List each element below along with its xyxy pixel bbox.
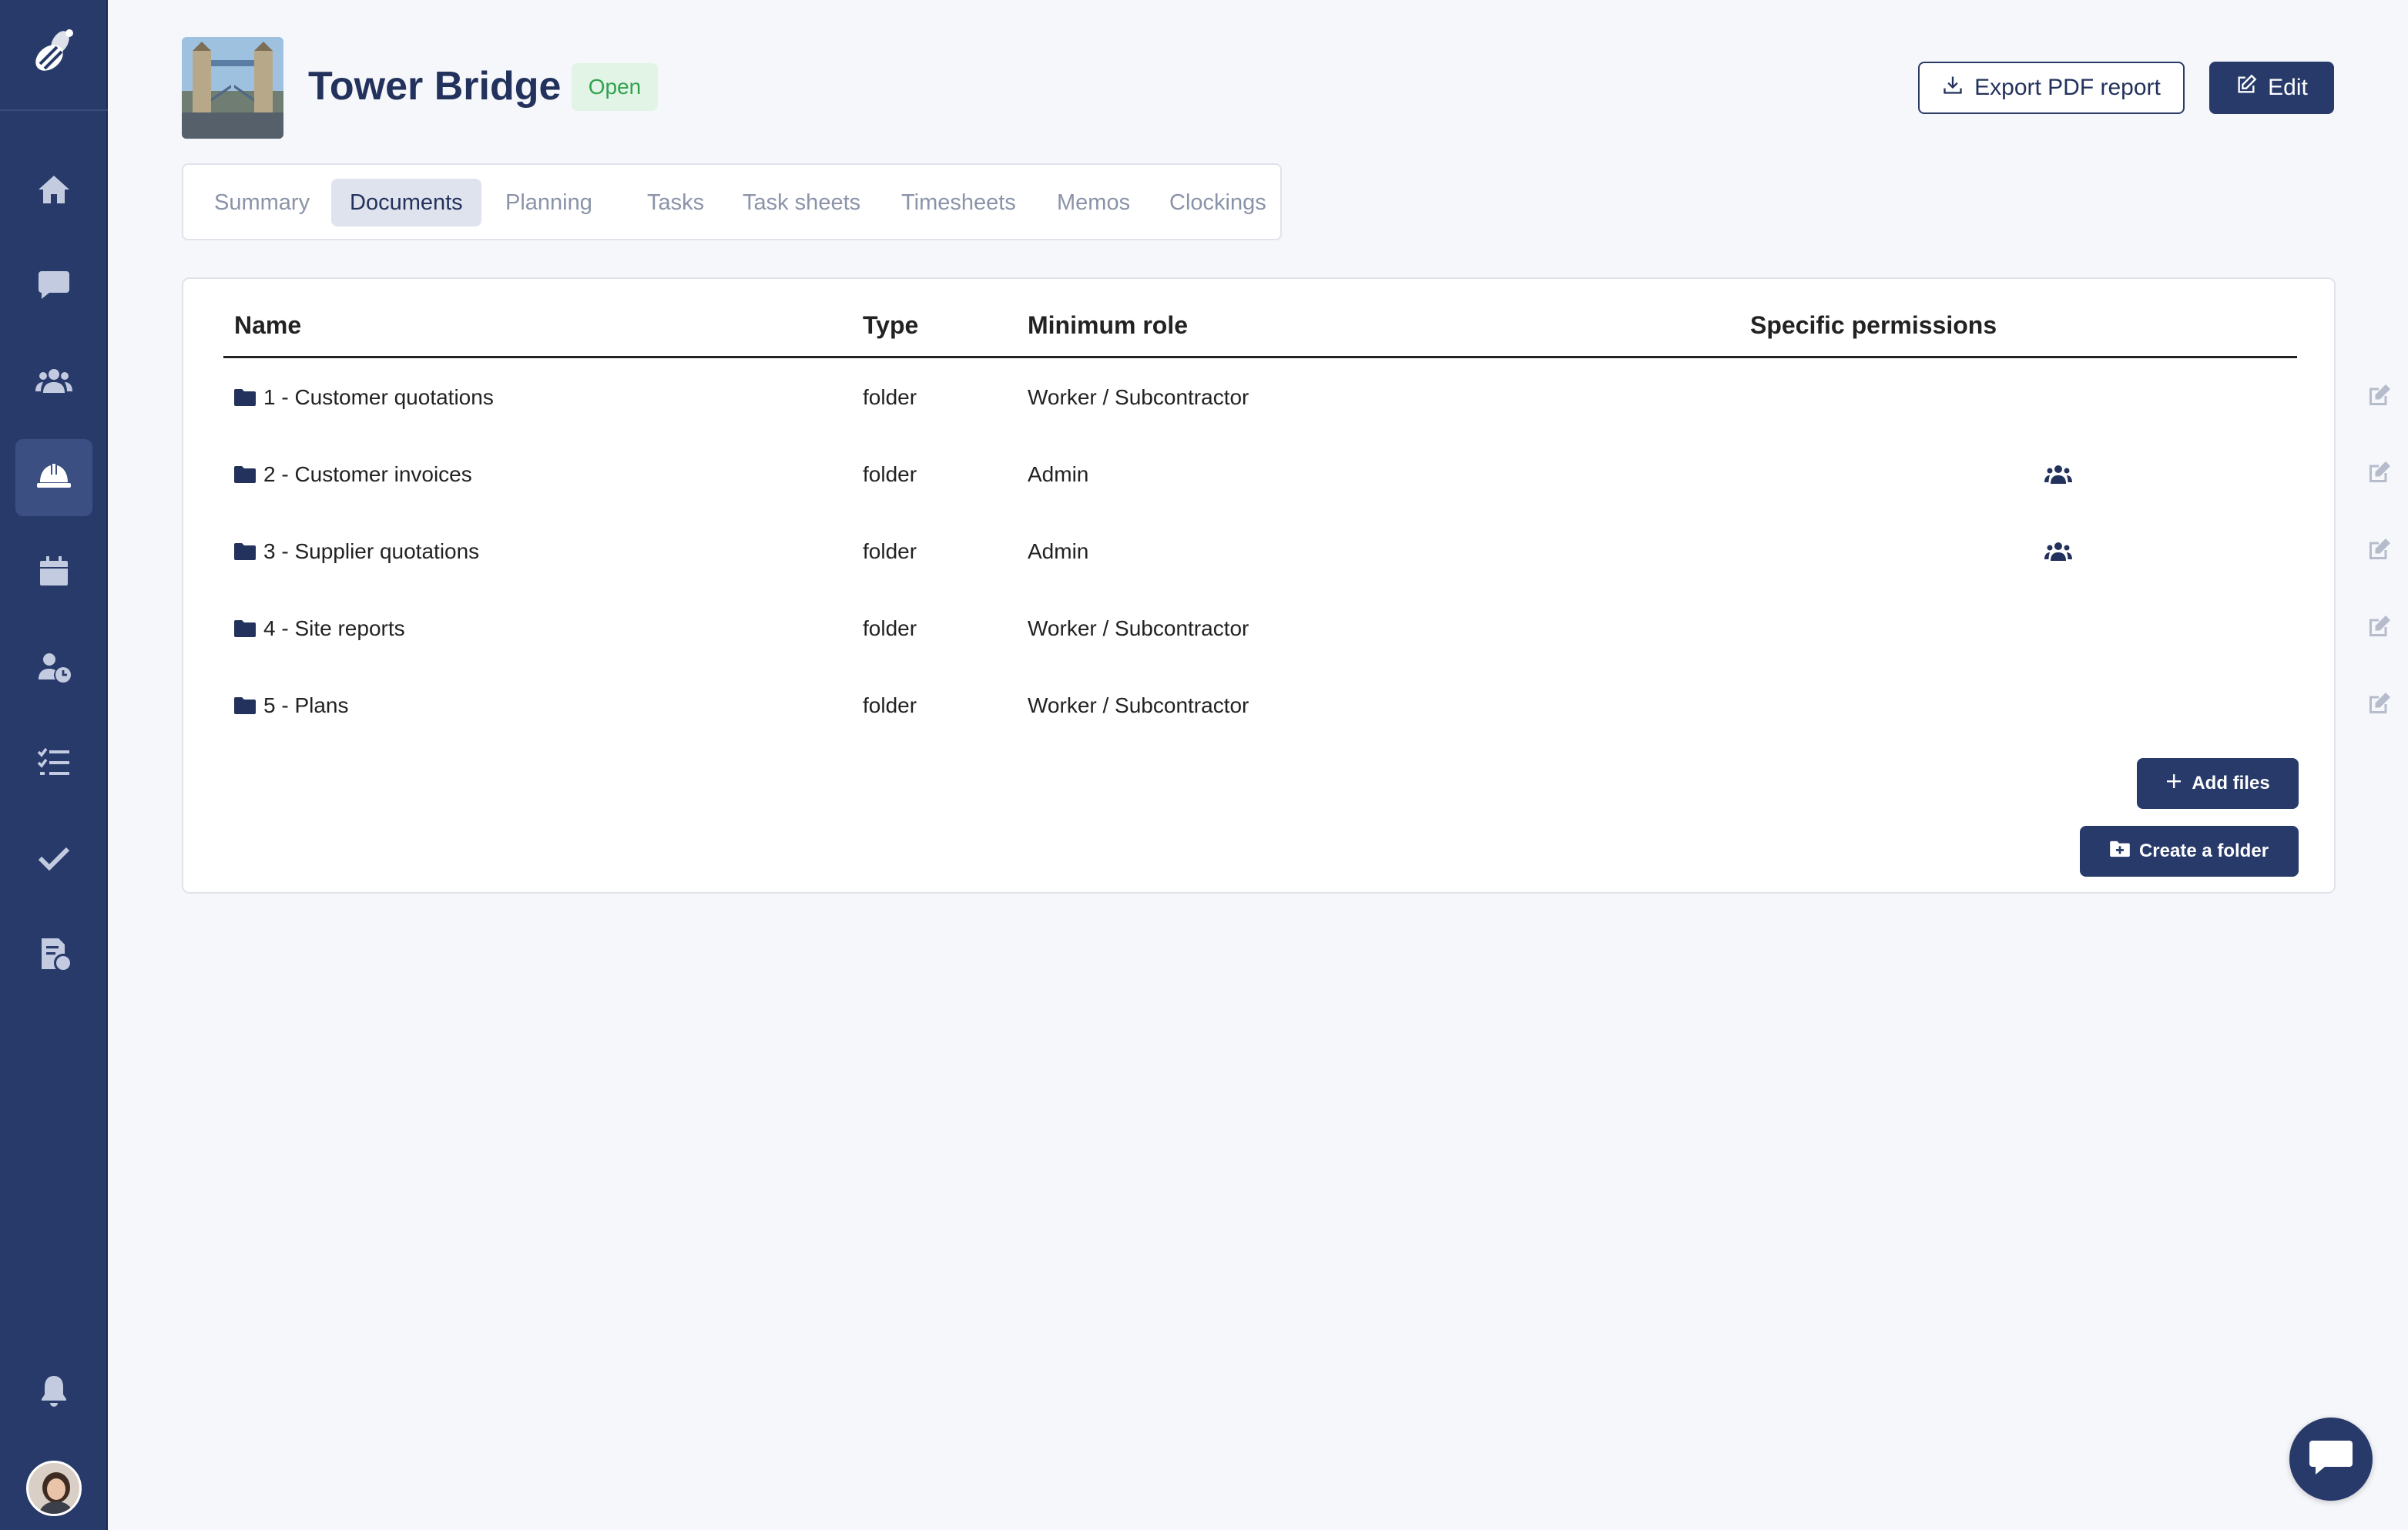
edit-button[interactable]: Edit	[2209, 62, 2334, 114]
nav-projects[interactable]	[15, 439, 92, 516]
sidebar	[0, 0, 108, 1530]
tab-tasks[interactable]: Tasks	[629, 179, 723, 226]
create-folder-label: Create a folder	[2138, 840, 2269, 861]
nav-validation[interactable]	[15, 821, 92, 898]
role-cell: Worker / Subcontractor	[1028, 693, 1249, 717]
check-icon	[35, 840, 72, 881]
home-icon	[35, 171, 72, 212]
type-cell: folder	[863, 693, 917, 717]
tab-summary[interactable]: Summary	[196, 179, 328, 226]
folder-name: 5 - Plans	[263, 693, 349, 717]
name-cell[interactable]: 3 - Supplier quotations	[234, 513, 479, 590]
column-header-specific-permissions: Specific permissions	[1750, 311, 1997, 339]
page-title: Tower Bridge	[308, 64, 562, 109]
app-logo[interactable]	[0, 0, 108, 111]
invoice-icon	[35, 935, 72, 976]
edit-folder-icon[interactable]	[2365, 382, 2393, 410]
folder-icon	[234, 465, 256, 484]
tab-timesheets[interactable]: Timesheets	[883, 179, 1035, 226]
role-cell: Worker / Subcontractor	[1028, 385, 1249, 409]
nav-team[interactable]	[15, 344, 92, 421]
folder-name: 1 - Customer quotations	[263, 385, 494, 409]
hard-hat-icon	[35, 458, 72, 498]
name-cell[interactable]: 4 - Site reports	[234, 590, 405, 667]
edit-folder-icon[interactable]	[2365, 613, 2393, 641]
add-files-label: Add files	[2192, 773, 2270, 794]
column-header-type[interactable]: Type	[863, 302, 918, 348]
edit-icon	[2235, 74, 2257, 102]
table-row[interactable]: 1 - Customer quotations folder Worker / …	[223, 359, 2390, 436]
folder-icon	[234, 619, 256, 638]
tab-memos[interactable]: Memos	[1038, 179, 1149, 226]
name-cell[interactable]: 1 - Customer quotations	[234, 359, 494, 436]
nav-tasks[interactable]	[15, 726, 92, 803]
bee-logo-icon	[26, 25, 82, 85]
name-cell[interactable]: 2 - Customer invoices	[234, 436, 472, 513]
table-row[interactable]: 3 - Supplier quotations folder Admin	[223, 513, 2390, 590]
status-badge: Open	[572, 63, 658, 111]
folder-name: 4 - Site reports	[263, 616, 405, 640]
documents-card: Name Type Minimum role Specific permissi…	[182, 277, 2390, 894]
task-list-icon	[35, 744, 72, 785]
support-chat-button[interactable]	[2289, 1418, 2373, 1501]
type-cell: folder	[863, 616, 917, 640]
download-icon	[1942, 74, 1964, 102]
nav-messages[interactable]	[15, 248, 92, 325]
tab-clockings[interactable]: Clockings	[1151, 179, 1285, 226]
edit-label: Edit	[2268, 75, 2308, 100]
folder-name: 3 - Supplier quotations	[263, 539, 480, 563]
column-header-name[interactable]: Name	[234, 302, 301, 348]
folder-icon	[234, 542, 256, 561]
table-row[interactable]: 4 - Site reports folder Worker / Subcont…	[223, 590, 2390, 667]
type-cell: folder	[863, 539, 917, 563]
folder-plus-icon	[2110, 840, 2130, 863]
calendar-icon	[35, 553, 72, 594]
project-thumbnail	[182, 37, 283, 139]
tab-task-sheets[interactable]: Task sheets	[724, 179, 879, 226]
users-icon	[35, 362, 72, 403]
add-files-button[interactable]: Add files	[2137, 758, 2299, 809]
folder-icon	[234, 696, 256, 715]
export-pdf-label: Export PDF report	[1974, 75, 2161, 100]
chat-bubble-icon	[2308, 1438, 2354, 1481]
nav-attendance[interactable]	[15, 630, 92, 707]
edit-folder-icon[interactable]	[2365, 690, 2393, 718]
name-cell[interactable]: 5 - Plans	[234, 667, 349, 744]
role-cell: Worker / Subcontractor	[1028, 616, 1249, 640]
edit-folder-icon[interactable]	[2365, 459, 2393, 487]
edit-folder-icon[interactable]	[2365, 536, 2393, 564]
nav-invoices[interactable]	[15, 917, 92, 994]
chat-icon	[35, 267, 72, 307]
type-cell: folder	[863, 462, 917, 486]
tab-planning[interactable]: Planning	[487, 179, 611, 226]
plus-icon	[2165, 773, 2182, 795]
user-avatar[interactable]	[26, 1461, 82, 1516]
nav-notifications[interactable]	[15, 1354, 92, 1431]
project-tabs: Summary Documents Planning Tasks Task sh…	[182, 163, 1282, 240]
folder-icon	[234, 388, 256, 407]
table-row[interactable]: 2 - Customer invoices folder Admin	[223, 436, 2390, 513]
nav-calendar[interactable]	[15, 535, 92, 612]
folder-name: 2 - Customer invoices	[263, 462, 472, 486]
header-divider	[223, 356, 2297, 358]
role-cell: Admin	[1028, 539, 1089, 563]
nav-home[interactable]	[15, 153, 92, 230]
column-header-minimum-role[interactable]: Minimum role	[1028, 302, 1188, 348]
table-row[interactable]: 5 - Plans folder Worker / Subcontractor	[223, 667, 2390, 744]
export-pdf-button[interactable]: Export PDF report	[1918, 62, 2185, 114]
role-cell: Admin	[1028, 462, 1089, 486]
specific-permissions-icon[interactable]	[2044, 539, 2072, 564]
type-cell: folder	[863, 385, 917, 409]
create-folder-button[interactable]: Create a folder	[2080, 826, 2299, 877]
tab-documents[interactable]: Documents	[331, 179, 481, 226]
bell-icon	[35, 1373, 72, 1414]
user-clock-icon	[35, 649, 72, 690]
specific-permissions-icon[interactable]	[2044, 462, 2072, 487]
